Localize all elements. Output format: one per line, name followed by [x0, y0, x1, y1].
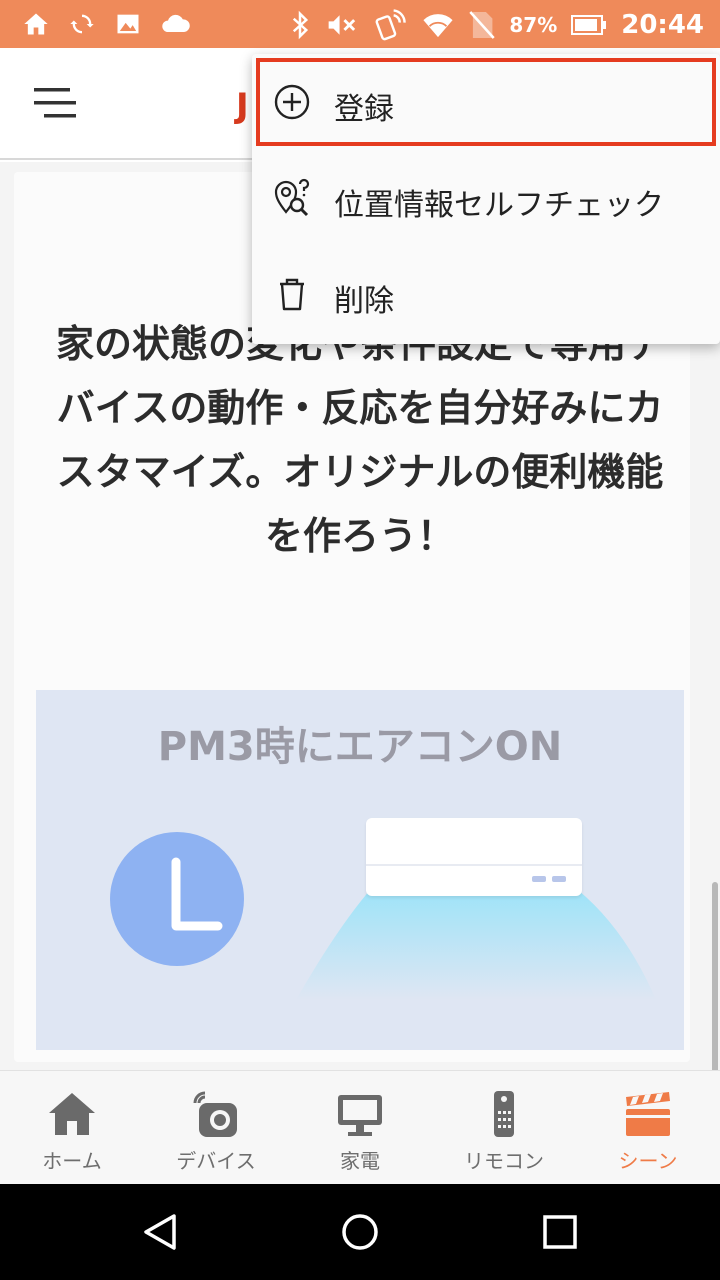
menu-item-location-check[interactable]: 位置情報セルフチェック	[252, 154, 720, 244]
recents-icon[interactable]	[542, 1214, 578, 1250]
nav-appliance[interactable]: 家電	[288, 1071, 432, 1185]
status-bar-right: 87% 20:44	[289, 8, 704, 42]
nav-remote[interactable]: リモコン	[432, 1071, 576, 1185]
battery-icon	[571, 15, 607, 35]
nfc-icon	[375, 9, 407, 41]
clock-icon	[110, 832, 244, 966]
device-icon	[193, 1091, 237, 1137]
nav-home[interactable]: ホーム	[0, 1071, 144, 1185]
menu-item-location-check-label: 位置情報セルフチェック	[334, 188, 664, 223]
nav-scene-label: シーン	[618, 1149, 678, 1173]
illustration-caption: PM3時にエアコンON	[157, 724, 563, 770]
scene-illustration: PM3時にエアコンON	[36, 690, 684, 1050]
nav-device[interactable]: デバイス	[144, 1071, 288, 1185]
mute-icon	[329, 15, 356, 35]
image-icon	[117, 14, 139, 34]
trash-icon	[280, 278, 304, 311]
status-bar-left	[22, 10, 192, 38]
system-nav-bar	[0, 1184, 720, 1280]
menu-item-delete[interactable]: 削除	[252, 250, 720, 340]
home-icon	[24, 13, 48, 35]
back-icon[interactable]	[140, 1212, 180, 1252]
selection-highlight	[256, 58, 716, 146]
home-circle-icon[interactable]	[340, 1212, 380, 1252]
battery-percent: 87%	[509, 13, 558, 37]
home-icon	[49, 1093, 95, 1135]
no-sim-icon	[469, 11, 496, 39]
nav-home-label: ホーム	[42, 1149, 102, 1173]
scene-icon	[626, 1092, 670, 1136]
intro-headline: 家の状態の変化や条件設定で専用デバイスの動作・反応を自分好みにカスタマイズ。オリ…	[55, 322, 664, 558]
monitor-icon	[338, 1095, 382, 1136]
wifi-icon	[423, 14, 453, 38]
sync-icon	[70, 14, 94, 34]
nav-appliance-label: 家電	[340, 1149, 380, 1173]
menu-item-delete-label: 削除	[334, 284, 394, 319]
nav-scene[interactable]: シーン	[576, 1071, 720, 1185]
clock-time: 20:44	[621, 10, 704, 40]
air-conditioner-icon	[366, 818, 582, 896]
app-title: J	[236, 86, 249, 126]
airflow-graphic	[296, 890, 656, 1000]
hamburger-menu-icon[interactable]	[34, 86, 78, 120]
bluetooth-icon	[293, 10, 309, 40]
nav-device-label: デバイス	[176, 1149, 256, 1173]
status-bar: 87% 20:44	[0, 0, 720, 48]
remote-icon	[494, 1091, 514, 1137]
nav-remote-label: リモコン	[464, 1149, 544, 1173]
cloud-icon	[162, 14, 190, 32]
overflow-menu: 登録 位置情報セルフチェック 削除	[252, 54, 720, 344]
location-check-icon	[274, 178, 310, 217]
bottom-nav: ホーム デバイス 家電 リモコン シーン	[0, 1070, 720, 1184]
